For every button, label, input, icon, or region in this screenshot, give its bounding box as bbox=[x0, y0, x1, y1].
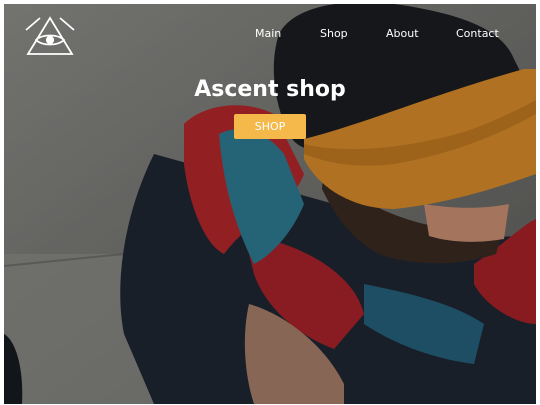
hero-section: Main Shop About Contact Ascent shop SHOP bbox=[4, 4, 536, 404]
shop-button[interactable]: SHOP bbox=[234, 114, 306, 139]
hero-title: Ascent shop bbox=[194, 77, 346, 102]
main-nav: Main Shop About Contact bbox=[4, 27, 536, 47]
hero-photo bbox=[4, 4, 536, 404]
nav-item-about[interactable]: About bbox=[386, 27, 419, 41]
nav-item-shop[interactable]: Shop bbox=[320, 27, 348, 41]
nav-item-main[interactable]: Main bbox=[255, 27, 281, 41]
nav-item-contact[interactable]: Contact bbox=[456, 27, 499, 41]
